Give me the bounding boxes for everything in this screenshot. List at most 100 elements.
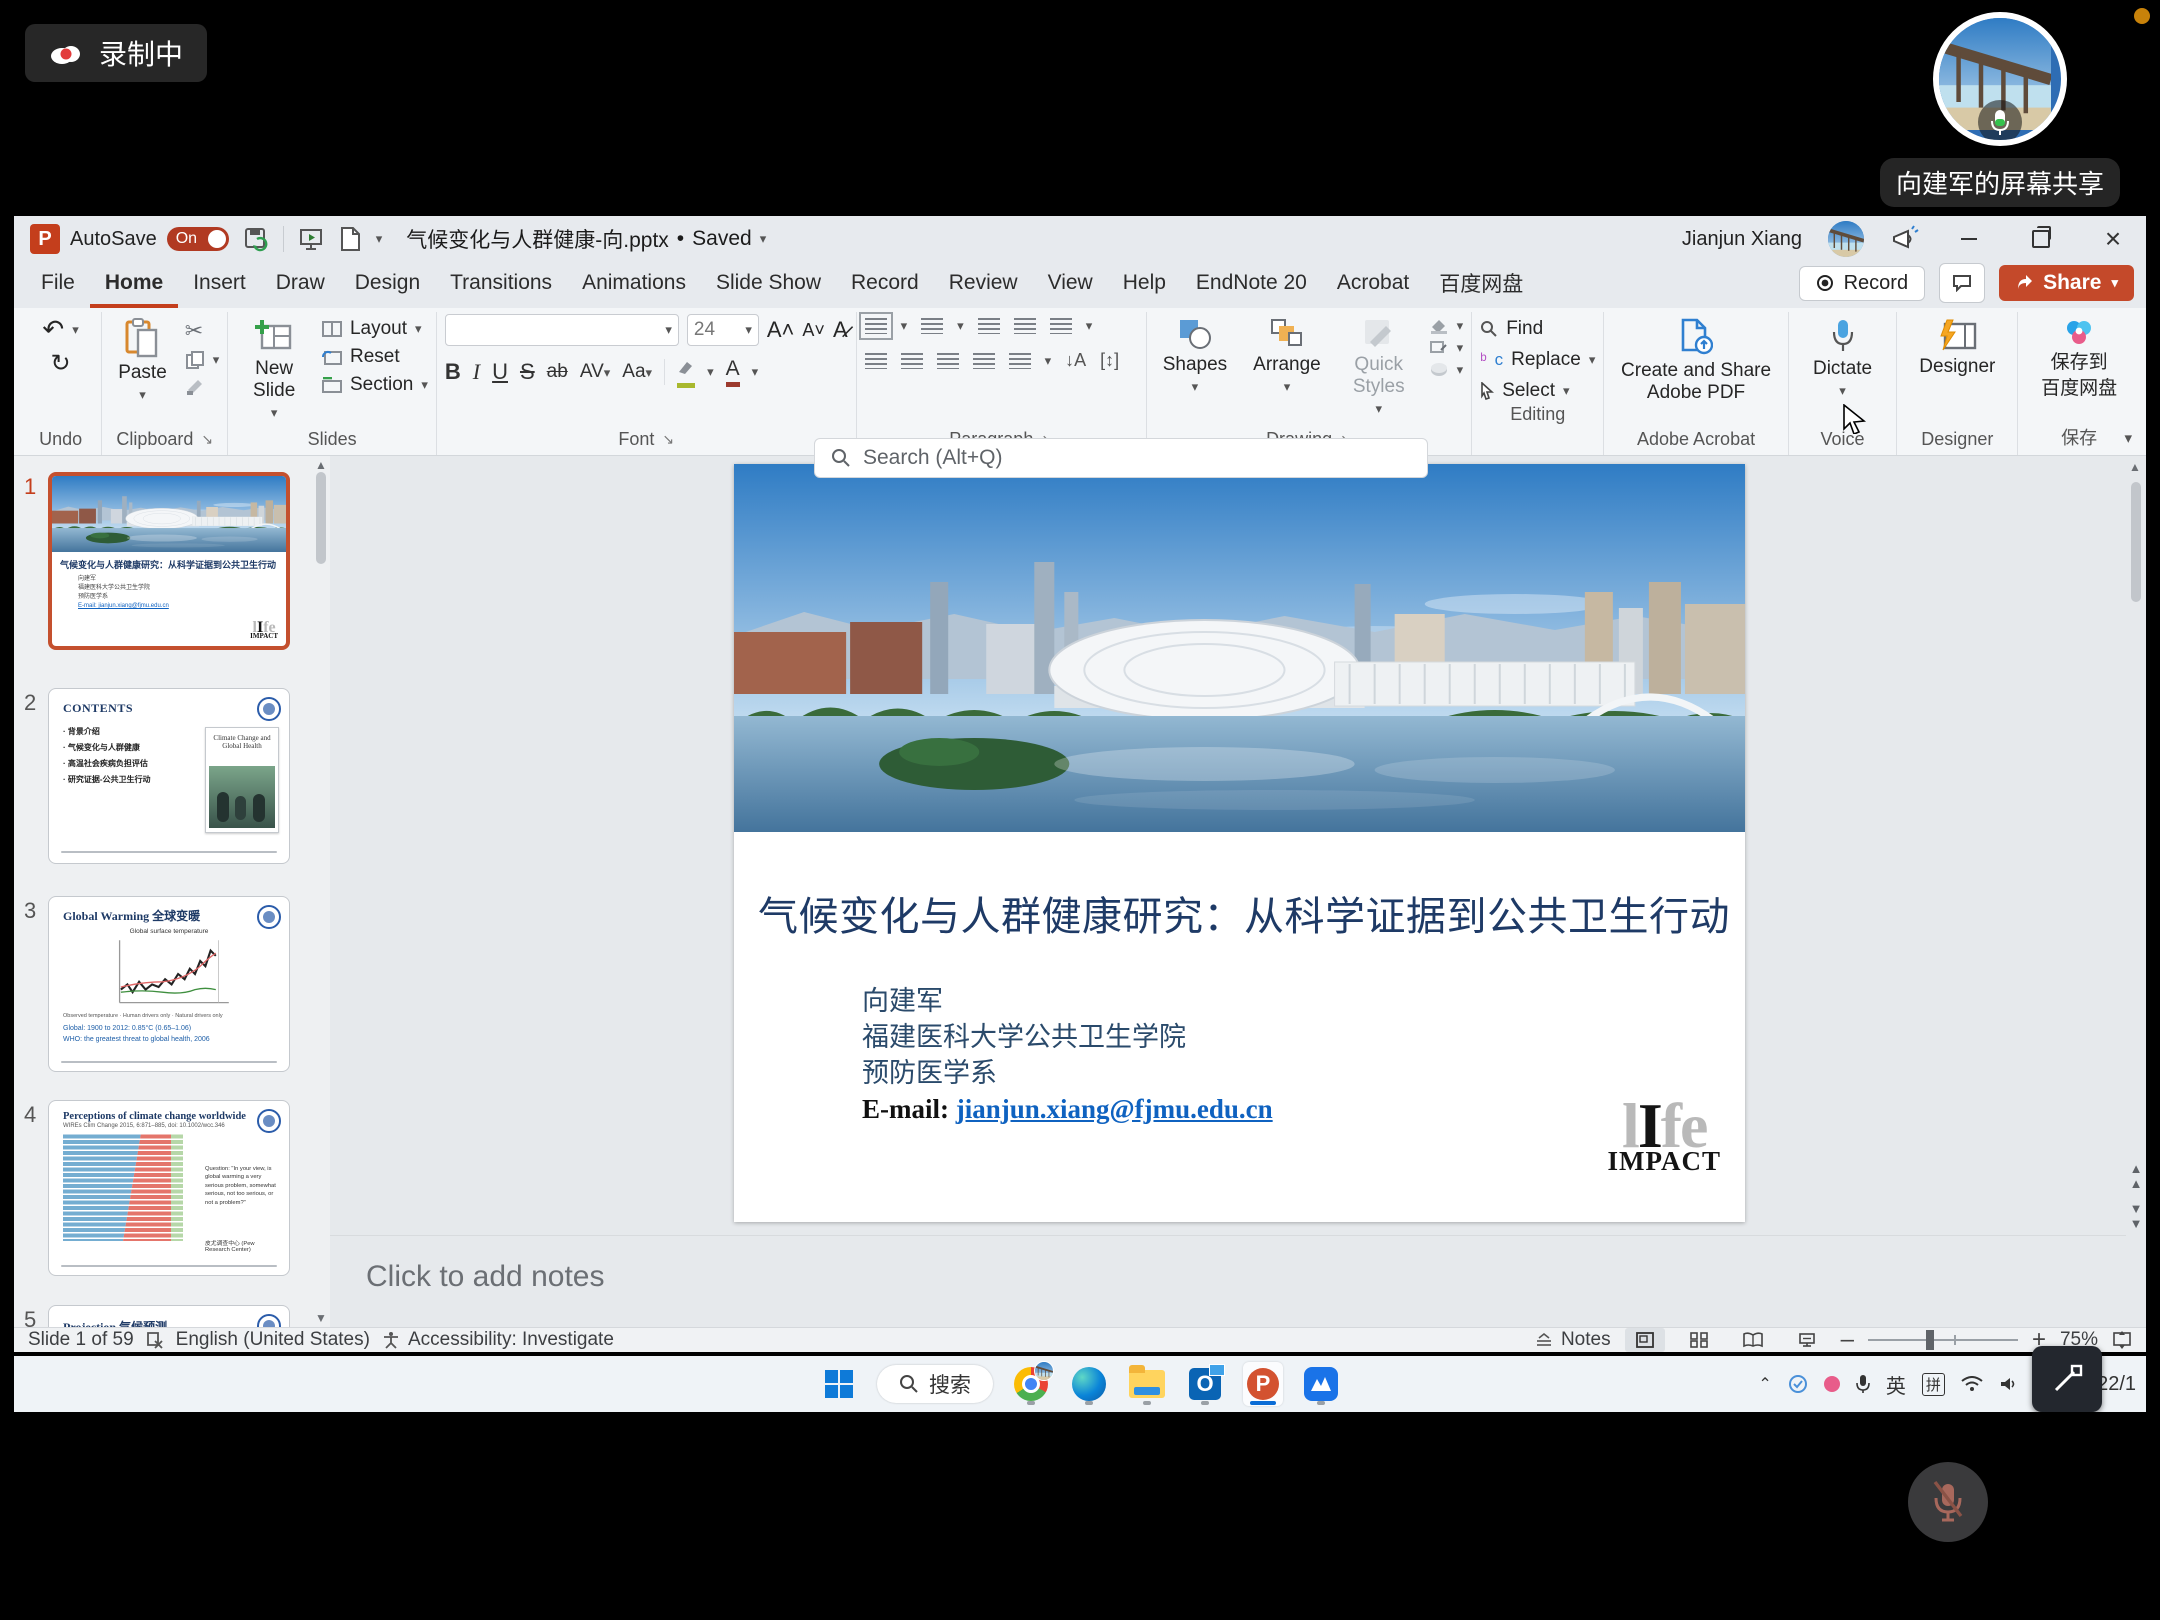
select-button[interactable]: Select▾ xyxy=(1480,380,1595,402)
font-size-combo[interactable]: 24▾ xyxy=(687,314,759,346)
slideshow-view-button[interactable] xyxy=(1787,1328,1827,1352)
slide-editing-surface[interactable]: 气候变化与人群健康研究：从科学证据到公共卫生行动 向建军 福建医科大学公共卫生学… xyxy=(734,464,1745,1222)
decrease-indent-button[interactable] xyxy=(978,318,1000,334)
email-link[interactable]: jianjun.xiang@fjmu.edu.cn xyxy=(956,1094,1273,1124)
document-title[interactable]: 气候变化与人群健康-向.pptx • Saved ▾ xyxy=(406,224,766,254)
increase-font-button[interactable]: A˄ xyxy=(767,317,795,343)
tab-draw[interactable]: Draw xyxy=(261,262,340,308)
notes-pane[interactable]: Click to add notes xyxy=(330,1235,2126,1327)
create-share-pdf-button[interactable]: Create and Share Adobe PDF xyxy=(1612,314,1779,408)
slide-thumbnail-2[interactable]: CONTENTS · 背景介绍 · 气候变化与人群健康 · 高温社会疾病负担评估… xyxy=(48,688,290,864)
underline-button[interactable]: U xyxy=(492,359,508,385)
font-color-button[interactable]: A xyxy=(726,357,740,387)
paste-button[interactable]: Paste ▾ xyxy=(110,314,175,407)
change-case-button[interactable]: Aa▾ xyxy=(622,361,652,383)
accessibility-button[interactable]: Accessibility: Investigate xyxy=(382,1329,614,1351)
save-to-baidu-button[interactable]: 保存到 百度网盘 xyxy=(2033,314,2125,404)
canvas-scrollbar[interactable]: ▲ ▲▲ ▼▼ xyxy=(2128,460,2144,1231)
ime-language-indicator[interactable]: 英 xyxy=(1886,1370,1906,1399)
columns-button[interactable] xyxy=(1009,353,1031,369)
comments-button[interactable] xyxy=(1939,263,1985,303)
align-text-button[interactable]: [↕] xyxy=(1100,350,1119,371)
screen-annotation-overlay[interactable] xyxy=(2032,1346,2102,1412)
dictate-button[interactable]: Dictate ▾ xyxy=(1805,314,1880,403)
align-center-button[interactable] xyxy=(901,353,923,369)
shape-effects-button[interactable]: ▾ xyxy=(1429,362,1464,378)
scroll-down-icon[interactable]: ▼ xyxy=(314,1311,328,1325)
strikethrough-button[interactable]: S xyxy=(520,359,535,385)
user-name[interactable]: Jianjun Xiang xyxy=(1682,228,1802,251)
scroll-up-icon[interactable]: ▲ xyxy=(2128,460,2142,474)
clipboard-dialog-launcher[interactable]: ↘ xyxy=(201,431,213,448)
undo-button[interactable]: ↶▾ xyxy=(42,314,78,345)
shape-outline-button[interactable]: ▾ xyxy=(1429,340,1464,356)
reset-button[interactable]: Reset xyxy=(322,346,428,368)
slide-author-block[interactable]: 向建军 福建医科大学公共卫生学院 预防医学系 E-mail: jianjun.x… xyxy=(862,984,1273,1128)
taskbar-file-explorer[interactable] xyxy=(1127,1362,1167,1406)
find-button[interactable]: Find xyxy=(1480,318,1595,340)
fit-slide-to-window-icon[interactable] xyxy=(2112,1331,2132,1349)
wifi-icon[interactable] xyxy=(1961,1376,1983,1392)
tab-home[interactable]: Home xyxy=(90,262,178,308)
taskbar-chrome[interactable] xyxy=(1011,1362,1051,1406)
tab-help[interactable]: Help xyxy=(1108,262,1181,308)
arrange-button[interactable]: Arrange ▾ xyxy=(1245,314,1329,399)
new-file-icon[interactable] xyxy=(338,226,362,252)
copy-button[interactable]: ▾ xyxy=(185,350,220,370)
tab-transitions[interactable]: Transitions xyxy=(435,262,567,308)
start-button[interactable] xyxy=(819,1362,859,1406)
reading-view-button[interactable] xyxy=(1733,1328,1773,1352)
slide-sorter-view-button[interactable] xyxy=(1679,1328,1719,1352)
tab-review[interactable]: Review xyxy=(934,262,1033,308)
tab-slide-show[interactable]: Slide Show xyxy=(701,262,836,308)
zoom-mute-button[interactable] xyxy=(1908,1462,1988,1542)
tab-baidu-netdisk[interactable]: 百度网盘 xyxy=(1424,262,1538,308)
scroll-up-icon[interactable]: ▲ xyxy=(314,458,328,472)
scrollbar-thumb[interactable] xyxy=(2131,482,2141,602)
tab-view[interactable]: View xyxy=(1033,262,1108,308)
taskbar-search[interactable]: 搜索 xyxy=(877,1365,993,1403)
tab-acrobat[interactable]: Acrobat xyxy=(1322,262,1424,308)
slide-thumbnail-1[interactable]: 气候变化与人群健康研究：从科学证据到公共卫生行动 向建军 福建医科大学公共卫生学… xyxy=(48,472,290,650)
increase-indent-button[interactable] xyxy=(1014,318,1036,334)
ime-mode-indicator[interactable]: 拼 xyxy=(1922,1373,1945,1396)
autosave-control[interactable]: AutoSave On xyxy=(70,227,229,251)
tray-expand-chevron[interactable]: ⌃ xyxy=(1758,1374,1771,1394)
user-avatar[interactable] xyxy=(1828,221,1864,257)
designer-button[interactable]: Designer xyxy=(1911,314,2003,382)
redo-button[interactable]: ↻ xyxy=(51,349,71,378)
taskbar-edge[interactable] xyxy=(1069,1362,1109,1406)
presenter-avatar[interactable] xyxy=(1933,12,2067,146)
record-button[interactable]: Record xyxy=(1799,266,1925,301)
replace-button[interactable]: ᵇc Replace▾ xyxy=(1480,349,1595,371)
clear-formatting-button[interactable]: A̷ xyxy=(833,317,848,343)
qat-customize-chevron[interactable]: ▾ xyxy=(376,231,383,247)
layout-button[interactable]: Layout▾ xyxy=(322,318,428,340)
minimize-button[interactable] xyxy=(1946,219,1992,259)
taskbar-meeting-app[interactable] xyxy=(1301,1362,1341,1406)
tray-app-icon[interactable] xyxy=(1824,1376,1840,1392)
previous-slide-button[interactable]: ▲▲ xyxy=(2128,1162,2144,1191)
collapse-ribbon-chevron[interactable]: ▾ xyxy=(2124,429,2132,447)
double-strike-button[interactable]: ab xyxy=(547,361,568,383)
numbering-button[interactable] xyxy=(921,318,943,334)
bullets-button[interactable] xyxy=(865,318,887,334)
autosave-toggle[interactable]: On xyxy=(167,227,229,251)
tab-record[interactable]: Record xyxy=(836,262,934,308)
section-button[interactable]: Section▾ xyxy=(322,374,428,396)
powerpoint-logo[interactable]: P xyxy=(30,224,60,254)
zoom-slider[interactable] xyxy=(1868,1339,2018,1341)
font-name-combo[interactable]: ▾ xyxy=(445,314,679,346)
shapes-button[interactable]: Shapes ▾ xyxy=(1155,314,1235,399)
text-direction-button[interactable]: ↓A xyxy=(1065,350,1086,371)
new-slide-button[interactable]: New Slide ▾ xyxy=(236,314,312,425)
line-spacing-button[interactable] xyxy=(1050,318,1072,334)
font-dialog-launcher[interactable]: ↘ xyxy=(662,431,674,448)
taskbar-powerpoint[interactable]: P xyxy=(1243,1362,1283,1406)
tab-design[interactable]: Design xyxy=(340,262,435,308)
shape-fill-button[interactable]: ▾ xyxy=(1429,318,1464,334)
share-button[interactable]: Share ▾ xyxy=(1999,265,2134,301)
tab-animations[interactable]: Animations xyxy=(567,262,701,308)
normal-view-button[interactable] xyxy=(1625,1328,1665,1352)
coming-soon-megaphone-icon[interactable] xyxy=(1890,225,1920,253)
